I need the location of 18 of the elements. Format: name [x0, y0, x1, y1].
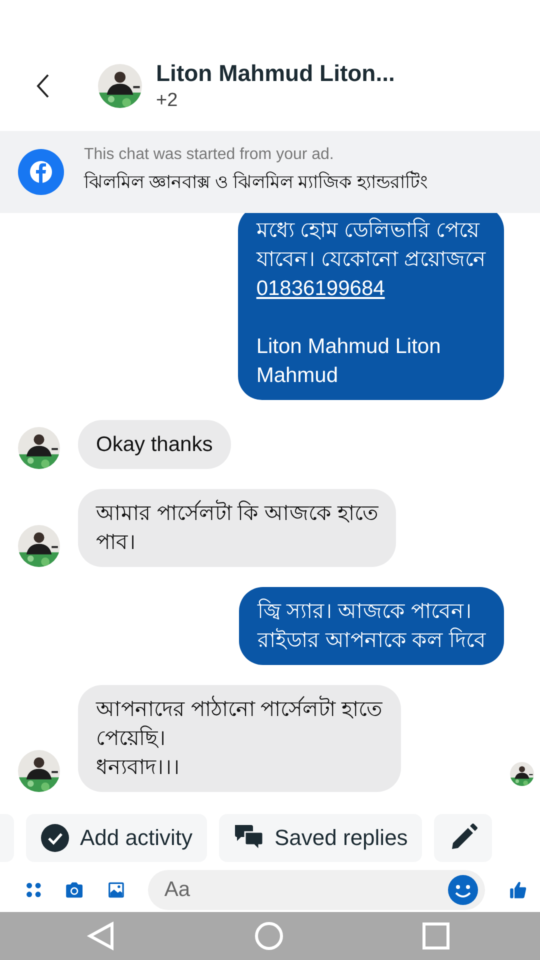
message-bubble: আমার পার্সেলটা কি আজকে হাতে পাব।	[78, 489, 396, 567]
facebook-icon	[18, 149, 64, 195]
add-activity-button[interactable]: Add activity	[26, 814, 206, 862]
contact-name: Liton Mahmud Liton...	[156, 60, 395, 86]
message-bubble: Okay thanks	[78, 420, 231, 469]
edit-button[interactable]	[434, 814, 492, 862]
ad-note: This chat was started from your ad.	[84, 146, 335, 164]
saved-replies-button[interactable]: Saved replies	[218, 814, 422, 862]
phone-link[interactable]: 01836199684	[256, 277, 385, 300]
emoji-icon[interactable]	[447, 874, 480, 906]
check-circle-icon	[40, 823, 70, 853]
back-icon[interactable]	[36, 72, 50, 98]
message-bubble: জ্বি স্যার। আজকে পাবেন। রাইডার আপনাকে কল দিবে	[239, 587, 504, 665]
message-input[interactable]: Aa	[148, 870, 486, 910]
participant-count: +2	[156, 90, 179, 112]
ad-title: ঝিলমিল জ্ঞানবাক্স ও ঝিলমিল ম্যাজিক হ্যান্ডরাটিং	[84, 170, 428, 194]
message-bubble: মধ্যে হোম ডেলিভারি পেয়ে যাবেন। যেকোনো প্রয়োজনে 01836199684 Liton Mahmud Liton Mahmud	[238, 213, 504, 400]
message-bubble: আপনাদের পাঠানো পার্সেলটা হাতে পেয়েছি। ধন্যবাদ।।।	[78, 685, 401, 792]
